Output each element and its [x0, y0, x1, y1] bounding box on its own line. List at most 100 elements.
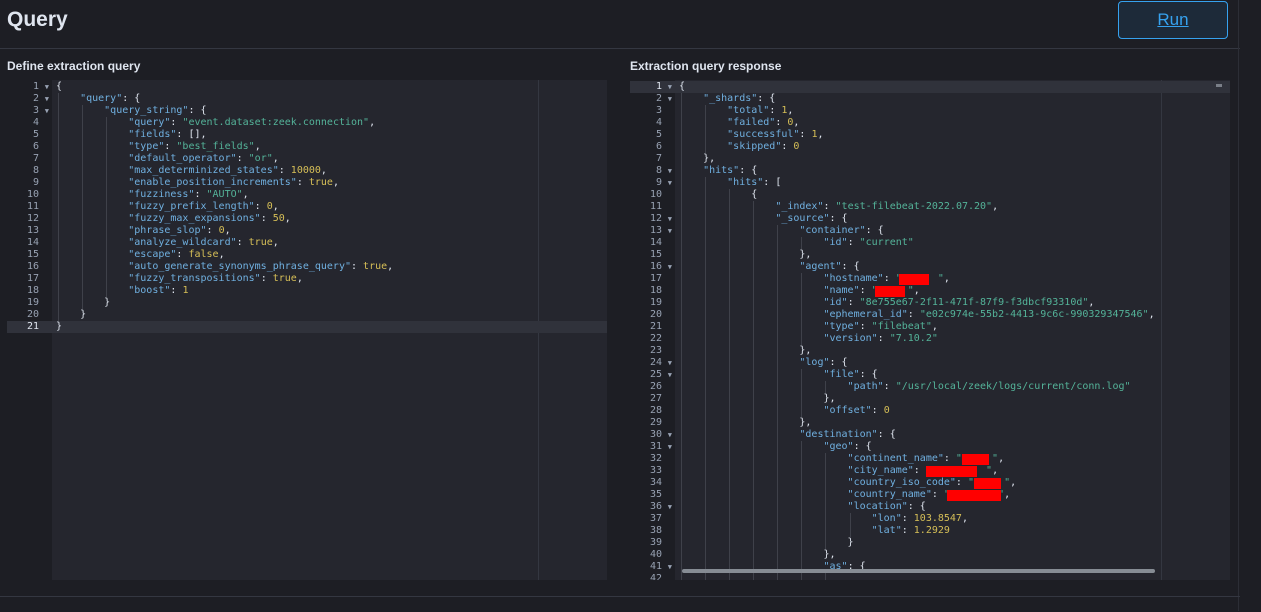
line-number: 7 — [32, 153, 39, 164]
code-token: "continent_name" — [847, 453, 944, 464]
indent-guide — [801, 477, 803, 489]
code-token: "7.10.2" — [889, 333, 938, 344]
indent-guide — [681, 513, 682, 525]
code-line: "query": "event.dataset:zeek.connection"… — [52, 117, 607, 129]
code-line: "_source": { — [675, 213, 1230, 225]
code-token: , — [931, 321, 938, 332]
line-number: 8 — [32, 165, 39, 176]
fold-chevron-icon[interactable]: ▼ — [45, 81, 49, 93]
indent-guide — [753, 537, 755, 549]
code-token: : [], — [176, 129, 207, 140]
code-token: , — [218, 249, 225, 260]
indent-guide — [58, 189, 59, 201]
fold-chevron-icon[interactable]: ▼ — [668, 165, 672, 177]
horizontal-scrollbar-thumb[interactable] — [682, 569, 1155, 573]
indent-guide — [58, 141, 59, 153]
code-line: "path": "/usr/local/zeek/logs/current/co… — [675, 381, 1230, 393]
indent-guide — [753, 453, 755, 465]
indent-guide — [681, 441, 682, 453]
code-token: : { — [865, 225, 884, 236]
line-number: 11 — [26, 201, 39, 212]
indent-guide — [801, 573, 803, 580]
code-token: "type" — [128, 141, 165, 152]
code-token: , — [1010, 477, 1017, 488]
indent-guide — [82, 165, 84, 177]
line-number: 6 — [655, 141, 662, 152]
code-line: "city_name": " ", — [675, 465, 1230, 477]
code-line: "failed": 0, — [675, 117, 1230, 129]
fold-chevron-icon[interactable]: ▼ — [668, 429, 672, 441]
line-number: 6 — [32, 141, 39, 152]
indent-guide — [729, 225, 731, 237]
code-token: : — [943, 453, 956, 464]
code-line: "default_operator": "or", — [52, 153, 607, 165]
code-token: } — [847, 537, 854, 548]
indent-guide — [681, 465, 682, 477]
query-editor[interactable]: 1 ▼ 2 ▼ 3 ▼ 4 5 6 7 8 9 10 11 12 13 14 15 16 17 18 19 20 21 {"q… — [7, 80, 607, 580]
fold-chevron-icon[interactable]: ▼ — [668, 81, 672, 93]
fold-chevron-icon[interactable]: ▼ — [668, 441, 672, 453]
scroll-indicator-icon — [1216, 84, 1222, 87]
indent-guide — [681, 477, 682, 489]
fold-chevron-icon[interactable]: ▼ — [668, 369, 672, 381]
indent-guide — [681, 105, 682, 117]
fold-chevron-icon[interactable]: ▼ — [668, 357, 672, 369]
indent-guide — [82, 129, 84, 141]
code-area[interactable]: {"_shards": {"total": 1, "failed": 0, "suc… — [675, 80, 1230, 580]
page-scrollbar[interactable] — [1238, 0, 1239, 611]
fold-chevron-icon[interactable]: ▼ — [45, 105, 49, 117]
line-number: 2 ▼ — [32, 93, 49, 105]
fold-chevron-icon[interactable]: ▼ — [668, 261, 672, 273]
indent-guide — [705, 489, 707, 501]
code-token: "offset" — [823, 405, 872, 416]
code-line: "version": "7.10.2" — [675, 333, 1230, 345]
line-number: 13 ▼ — [649, 225, 672, 237]
fold-chevron-icon[interactable]: ▼ — [668, 177, 672, 189]
code-line: "fuzzy_transpositions": true, — [52, 273, 607, 285]
run-button[interactable]: Run — [1118, 1, 1228, 39]
code-token: "hits" — [727, 177, 764, 188]
indent-guide — [58, 213, 59, 225]
indent-guide — [681, 489, 682, 501]
indent-guide — [753, 489, 755, 501]
code-token: 1.2929 — [913, 525, 950, 536]
code-token: } — [56, 321, 63, 332]
code-line: "fields": [], — [52, 129, 607, 141]
indent-guide — [705, 297, 707, 309]
code-line: "country_iso_code": " ", — [675, 477, 1230, 489]
code-token: , — [272, 153, 279, 164]
indent-guide — [705, 501, 707, 513]
indent-guide — [58, 177, 59, 189]
fold-chevron-icon[interactable]: ▼ — [668, 225, 672, 237]
code-token: "type" — [823, 321, 860, 332]
code-line: "hits": { — [675, 165, 1230, 177]
indent-guide — [825, 501, 827, 513]
indent-guide — [106, 129, 108, 141]
indent-guide — [753, 549, 755, 561]
code-area[interactable]: {"query": {"query_string": {"query": "ev… — [52, 80, 607, 580]
line-number: 8 ▼ — [655, 165, 672, 177]
fold-chevron-icon[interactable]: ▼ — [668, 561, 672, 573]
indent-guide — [82, 261, 84, 273]
code-token: } — [80, 309, 87, 320]
code-line: "id": "current" — [675, 237, 1230, 249]
response-viewer[interactable]: 1 ▼ 2 ▼ 3 4 5 6 7 8 ▼ 9 ▼ 10 11 12 ▼ 13 ▼ 14 15 16 ▼ 17 18 19 20 21… — [630, 80, 1230, 580]
fold-chevron-icon[interactable]: ▼ — [668, 213, 672, 225]
indent-guide — [753, 357, 755, 369]
code-token: "_index" — [775, 201, 824, 212]
indent-guide — [825, 513, 827, 525]
fold-chevron-icon[interactable]: ▼ — [668, 501, 672, 513]
redaction-box — [946, 490, 1002, 501]
fold-chevron-icon[interactable]: ▼ — [668, 93, 672, 105]
code-line: }, — [675, 549, 1230, 561]
indent-guide — [729, 465, 731, 477]
indent-guide — [729, 189, 731, 201]
code-line: { — [52, 81, 607, 93]
indent-guide — [106, 225, 108, 237]
code-line: }, — [675, 393, 1230, 405]
code-token: : — [883, 273, 896, 284]
code-token: "path" — [847, 381, 884, 392]
code-token: "fuzziness" — [128, 189, 195, 200]
code-token: : { — [859, 369, 878, 380]
fold-chevron-icon[interactable]: ▼ — [45, 93, 49, 105]
